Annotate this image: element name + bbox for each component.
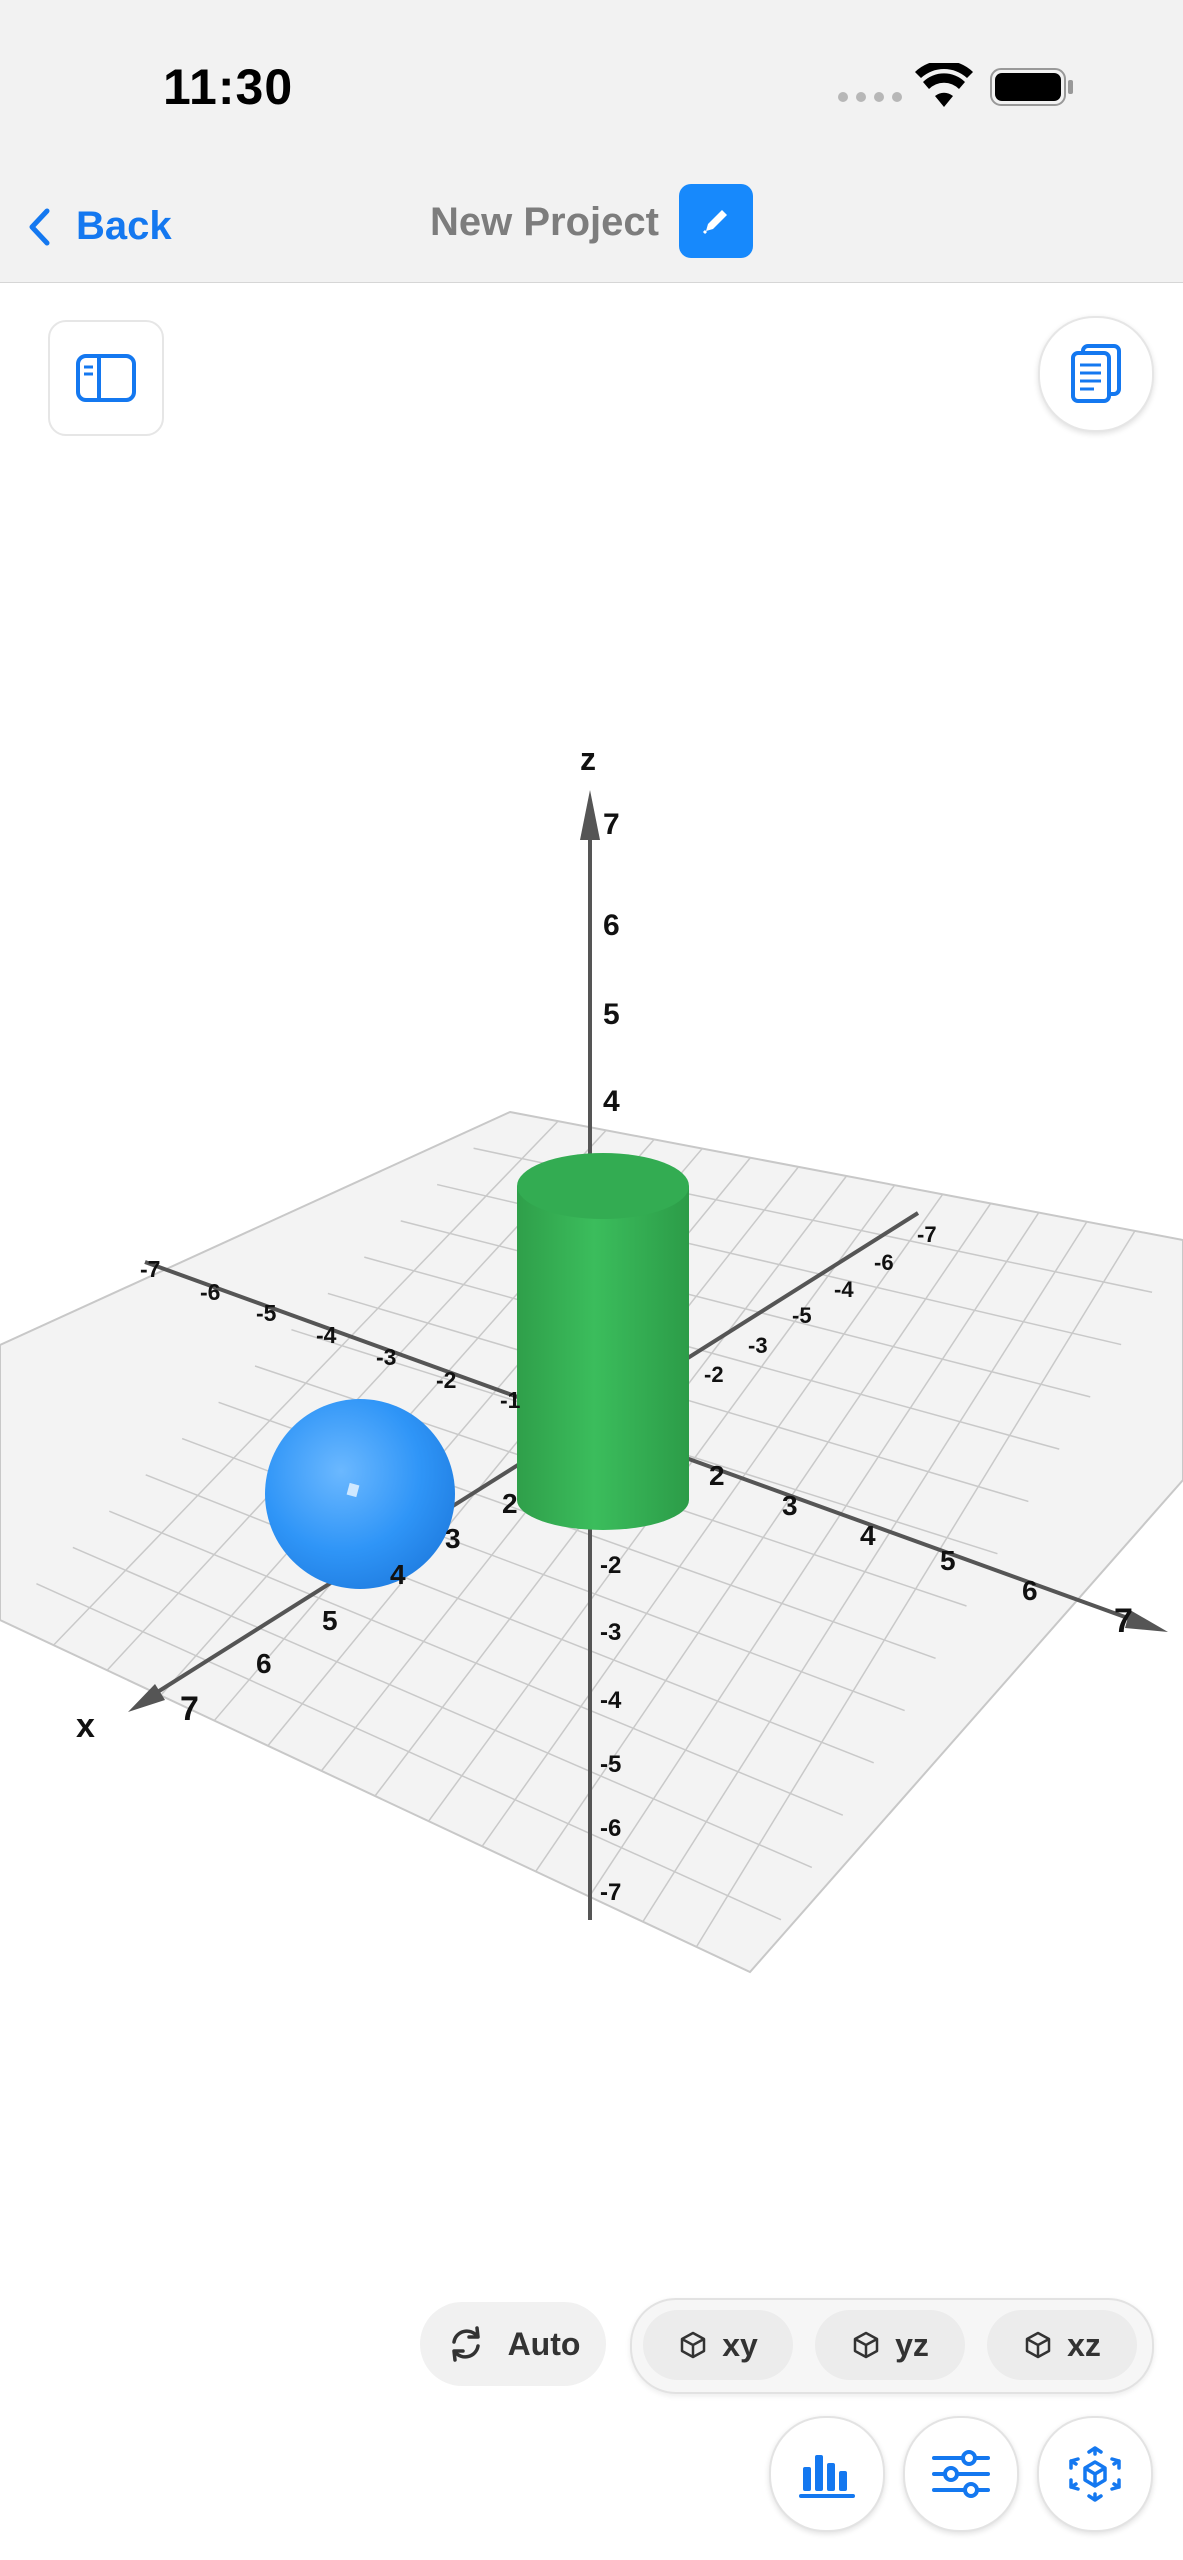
z-tick-label: 4 [603,1085,620,1118]
sliders-icon [932,2450,990,2498]
sidebar-icon [76,354,136,402]
back-button[interactable]: Back [28,204,172,249]
sphere-object[interactable] [265,1399,455,1589]
z-tick-label: -5 [600,1751,621,1778]
settings-sliders-button[interactable] [903,2416,1019,2532]
cube-icon [853,2331,879,2359]
sidebar-toggle-button[interactable] [48,320,164,436]
z-tick-label: 6 [603,909,620,942]
x-tick-label: 2 [709,1460,725,1491]
y-tick-label: 2 [502,1488,518,1519]
y-tick-label: 5 [322,1605,338,1636]
x-tick-label: -1 [500,1387,521,1413]
y-tick-label: 4 [390,1559,406,1590]
view-yz-label: yz [895,2326,929,2363]
view-xy-button[interactable]: xy [643,2310,793,2380]
status-time: 11:30 [163,59,294,115]
z-tick-label: -2 [600,1552,621,1579]
back-label: Back [76,204,172,248]
view-xz-label: xz [1067,2326,1101,2363]
notes-button[interactable] [1038,316,1154,432]
cylinder-object[interactable] [517,1153,689,1530]
bar-chart-icon [799,2455,855,2498]
z-tick-label: -7 [600,1879,621,1906]
x-tick-label: 3 [782,1490,798,1521]
z-tick-label: -6 [600,1815,621,1842]
chevron-left-icon [29,208,50,245]
cellular-signal-icon [838,92,902,104]
x-tick-label: 7 [1114,1602,1133,1640]
z-axis-arrow [580,790,600,840]
cube-icon [1025,2331,1051,2359]
x-tick-label: 6 [1022,1575,1038,1606]
statistics-button[interactable] [769,2416,885,2532]
x-tick-label: -2 [436,1367,456,1393]
rotate-icon [451,2326,480,2362]
y-tick-label: 6 [256,1648,272,1679]
x-tick-label: -6 [200,1279,220,1305]
x-tick-label: -3 [376,1344,396,1370]
x-tick-label: -5 [256,1300,277,1326]
pencil-icon [702,210,727,235]
z-tick-label: 5 [603,998,620,1031]
z-tick-label: -3 [600,1619,621,1646]
auto-rotate-button[interactable]: Auto [420,2302,606,2386]
plane-view-selector: xy yz xz [630,2298,1154,2394]
y-tick-label: -4 [834,1277,854,1302]
x-tick-label: -4 [316,1322,337,1348]
y-tick-label: -3 [748,1333,768,1358]
x-axis-label: x [76,1707,95,1745]
document-icon [1071,344,1121,403]
y-tick-label: -2 [704,1362,724,1387]
edit-title-button[interactable] [679,184,753,258]
navigation-bar: Back New Project [0,170,1183,283]
ar-cube-icon [1069,2446,1121,2502]
ar-view-button[interactable] [1037,2416,1153,2532]
wifi-icon [915,63,973,107]
project-title: New Project [430,200,659,244]
battery-icon [990,68,1073,106]
y-tick-label: -6 [874,1250,894,1275]
x-tick-label: -7 [140,1256,160,1282]
y-tick-label: -7 [917,1222,937,1247]
view-xy-label: xy [722,2326,758,2363]
y-tick-label: 3 [445,1523,461,1554]
x-tick-label: 5 [940,1545,956,1576]
z-tick-label: -4 [600,1687,622,1714]
view-xz-button[interactable]: xz [987,2310,1137,2380]
status-bar: 11:30 [0,0,1183,170]
x-tick-label: 4 [860,1520,876,1551]
cube-icon [680,2331,706,2359]
view-yz-button[interactable]: yz [815,2310,965,2380]
z-axis-label: z [580,741,596,777]
3d-graph-canvas[interactable]: z x 7 6 5 4 -2 -3 -4 -5 -6 -7 -7 -6 -5 -4 -3 -2 -1 2 3 4 5 6 7… [0,700,1183,2000]
y-tick-label: 7 [180,1690,199,1728]
auto-label: Auto [507,2325,581,2362]
y-tick-label: -5 [792,1303,812,1328]
z-tick-label: 7 [603,808,620,841]
